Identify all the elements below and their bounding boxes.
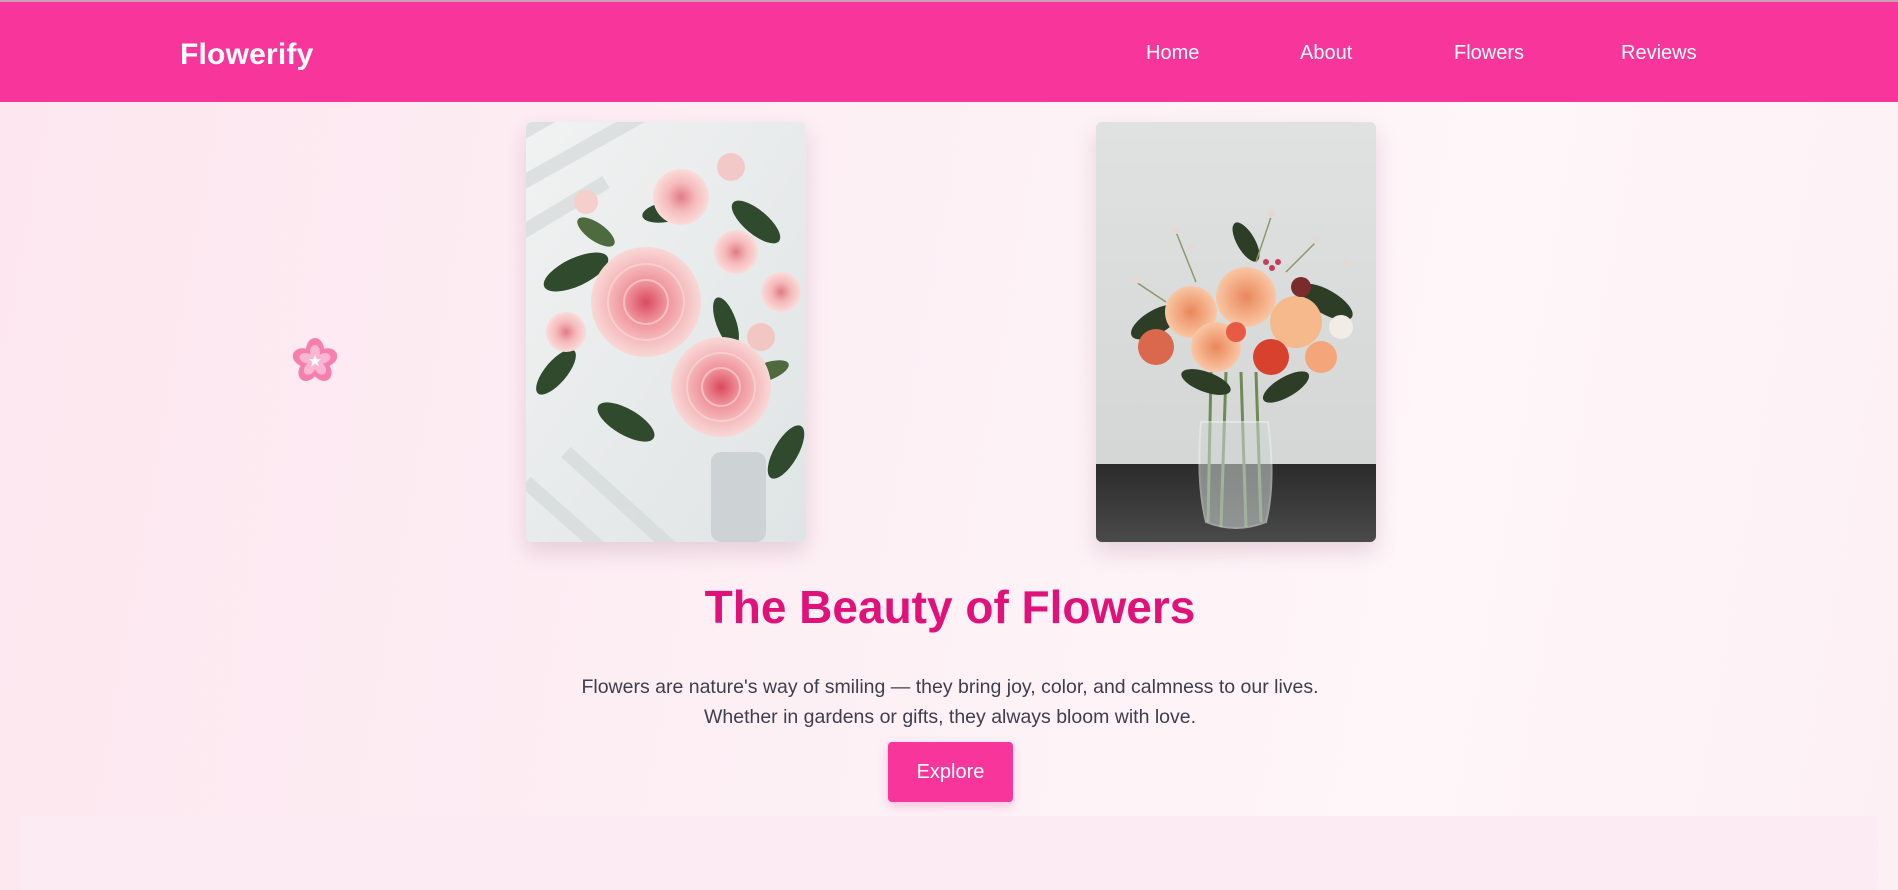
hero-title: The Beauty of Flowers bbox=[704, 581, 1196, 633]
next-section-band bbox=[20, 816, 1878, 890]
cherry-blossom-icon bbox=[291, 337, 339, 385]
explore-button[interactable]: Explore bbox=[888, 742, 1013, 802]
nav-reviews-link[interactable]: Reviews bbox=[1621, 42, 1697, 65]
mixed-flowers-vase-photo bbox=[1096, 122, 1376, 542]
brand-logo[interactable]: Flowerify bbox=[180, 38, 314, 72]
nav-about-link[interactable]: About bbox=[1300, 42, 1352, 65]
nav-home-link[interactable]: Home bbox=[1146, 42, 1199, 65]
pink-roses-bouquet-photo bbox=[526, 122, 806, 542]
hero-description: Flowers are nature's way of smiling — th… bbox=[581, 675, 1319, 728]
nav-flowers-link[interactable]: Flowers bbox=[1454, 42, 1524, 65]
navbar: Flowerify Home About Flowers Reviews bbox=[0, 2, 1898, 102]
